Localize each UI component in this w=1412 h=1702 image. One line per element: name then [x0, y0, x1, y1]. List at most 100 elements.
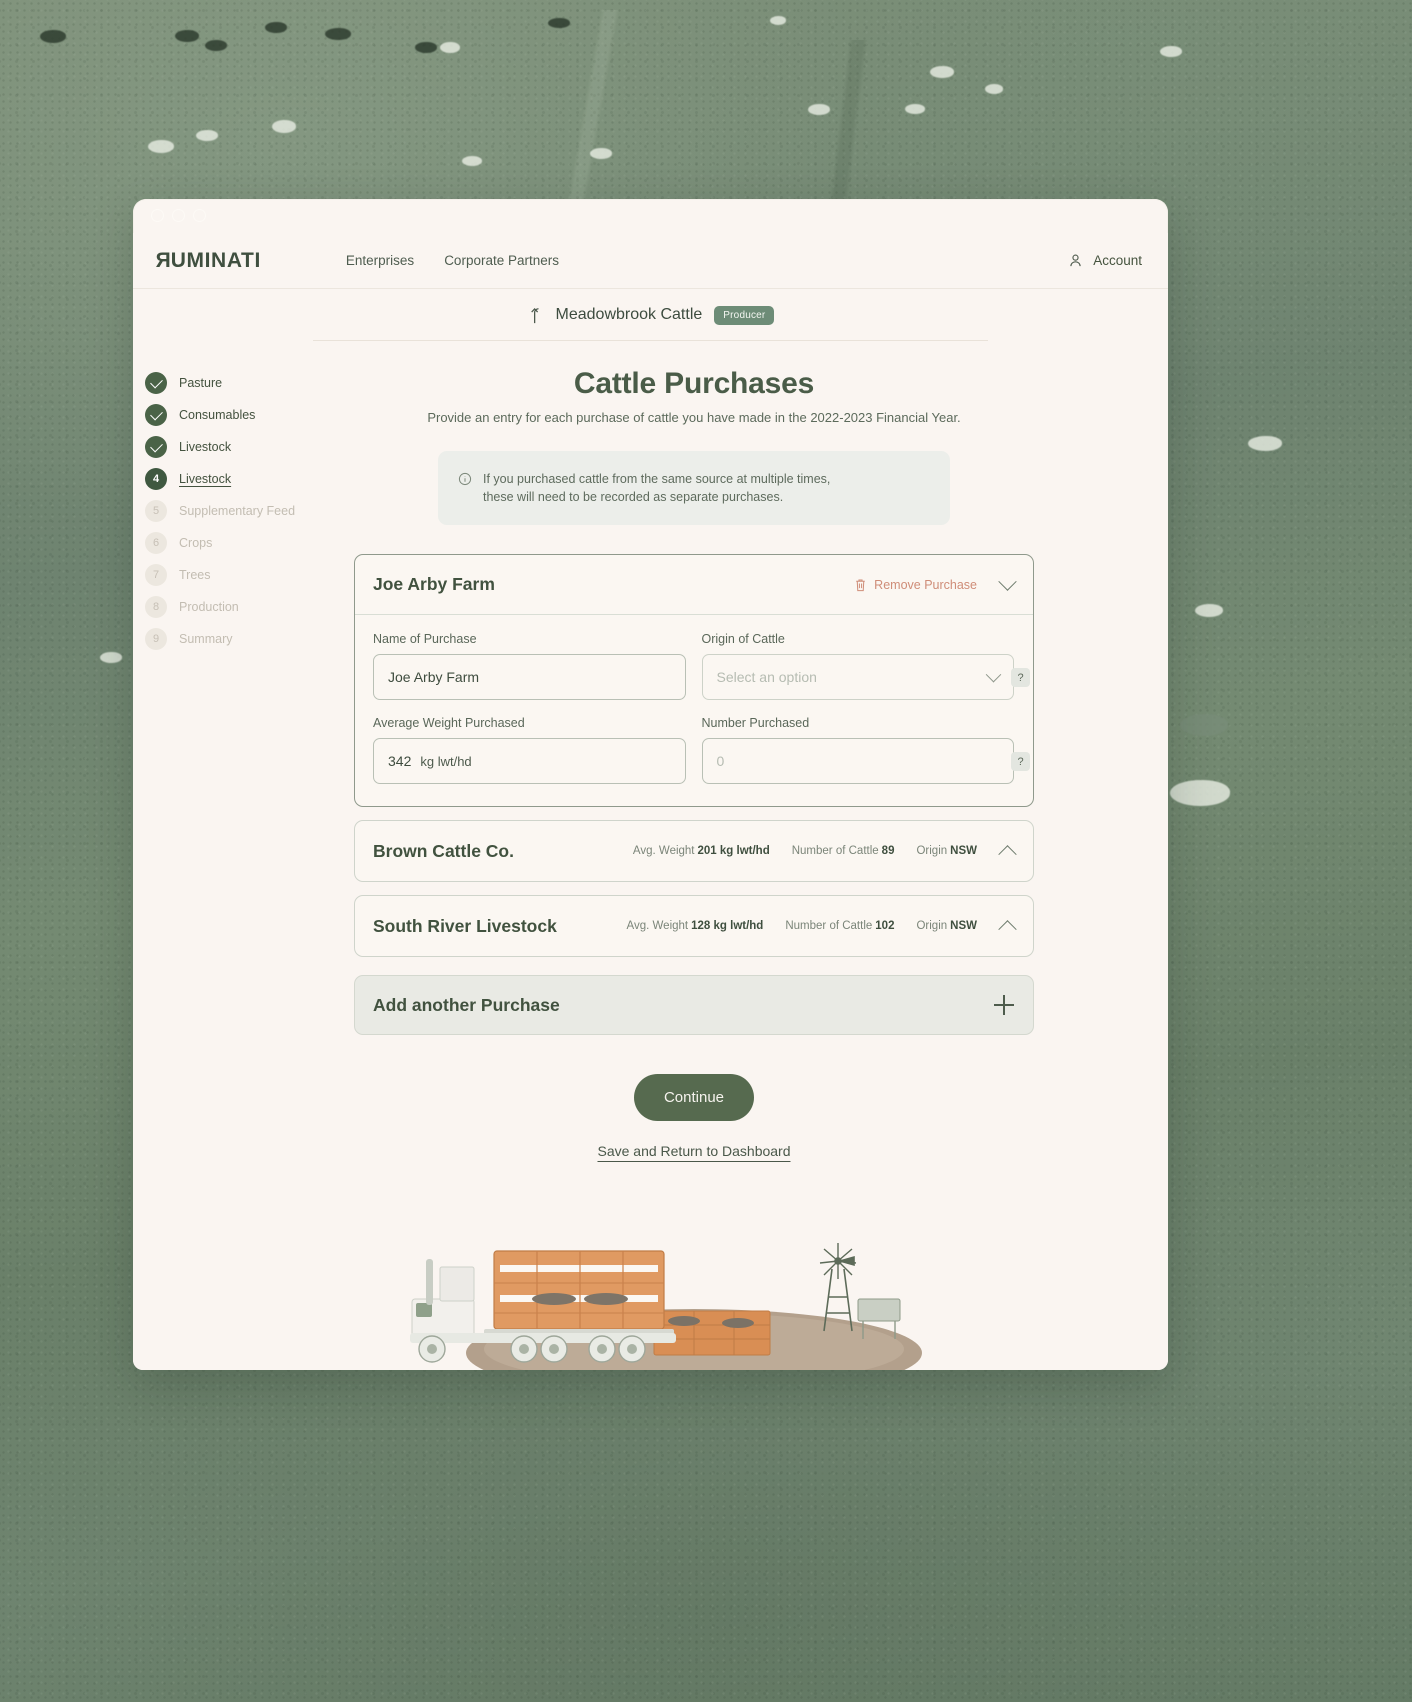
window-controls[interactable]	[151, 209, 206, 222]
grazing-animal	[196, 130, 218, 141]
sidebar-step-summary[interactable]: 9 Summary	[145, 623, 333, 655]
grazing-animal	[1180, 714, 1228, 736]
purchase-card-header[interactable]: Joe Arby Farm Remove Purchase	[355, 555, 1033, 616]
account-menu[interactable]: Account	[1067, 252, 1142, 269]
ruminati-logo[interactable]: RUMINATI	[155, 249, 261, 273]
windmill	[819, 1243, 857, 1332]
step-marker-number: 4	[145, 468, 167, 490]
chevron-up-icon[interactable]	[998, 919, 1017, 939]
sidebar-step-crops[interactable]: 6 Crops	[145, 527, 333, 559]
grazing-animal	[440, 42, 460, 53]
purchase-card-summary: Avg. Weight 201 kg lwt/hd Number of Cattl…	[633, 845, 977, 857]
grazing-animal	[205, 40, 227, 51]
info-notice: If you purchased cattle from the same so…	[438, 451, 950, 526]
average-weight-input[interactable]: 342 kg lwt/hd	[373, 738, 686, 785]
close-window-dot[interactable]	[151, 209, 164, 222]
field-name-of-purchase: Name of Purchase Joe Arby Farm	[373, 632, 686, 701]
summary-avg-weight-value: 128 kg lwt/hd	[691, 920, 764, 933]
purchase-card-collapsed[interactable]: South River Livestock Avg. Weight 128 kg …	[354, 895, 1034, 958]
summary-avg-weight: Avg. Weight 128 kg lwt/hd	[627, 920, 764, 932]
summary-number-of-cattle: Number of Cattle 89	[792, 845, 895, 857]
continue-button[interactable]: Continue	[634, 1074, 754, 1122]
step-marker-done-icon	[145, 372, 167, 394]
grazing-animal	[462, 156, 482, 166]
grazing-animal	[590, 148, 612, 159]
sidebar-step-consumables[interactable]: Consumables	[145, 399, 333, 431]
form-row-2: Average Weight Purchased 342 kg lwt/hd N…	[373, 716, 1030, 785]
summary-origin-value: NSW	[950, 920, 977, 933]
step-marker-number: 9	[145, 628, 167, 650]
sidebar-step-pasture[interactable]: Pasture	[145, 367, 333, 399]
summary-number-label: Number of Cattle	[791, 845, 879, 858]
field-number-purchased: Number Purchased 0 ?	[701, 716, 1030, 785]
save-and-return-link[interactable]: Save and Return to Dashboard	[354, 1143, 1034, 1159]
remove-purchase-button[interactable]: Remove Purchase	[854, 578, 977, 592]
remove-purchase-label: Remove Purchase	[874, 577, 977, 592]
step-marker-done-icon	[145, 404, 167, 426]
grazing-animal	[272, 120, 296, 133]
grazing-animal	[265, 22, 287, 33]
name-of-purchase-input[interactable]: Joe Arby Farm	[373, 654, 686, 701]
step-marker-done-icon	[145, 436, 167, 458]
chevron-up-icon[interactable]	[998, 844, 1017, 864]
number-purchased-help-button[interactable]: ?	[1011, 752, 1030, 772]
purchase-cards: Joe Arby Farm Remove Purchase Name of Pu…	[354, 554, 1034, 1036]
number-purchased-placeholder: 0	[716, 753, 725, 770]
add-another-purchase-label: Add another Purchase	[373, 994, 560, 1015]
producer-badge: Producer	[714, 305, 775, 325]
sidebar-step-label: Livestock	[179, 472, 232, 486]
sidebar-step-livestock-done[interactable]: Livestock	[145, 431, 333, 463]
nav-link-corporate-partners[interactable]: Corporate Partners	[444, 253, 559, 268]
summary-origin-label: Origin	[916, 920, 948, 933]
grazing-animal	[1170, 780, 1230, 806]
sidebar-step-label: Pasture	[179, 376, 223, 390]
purchase-card-title: Joe Arby Farm	[373, 574, 495, 595]
plus-icon	[994, 995, 1014, 1016]
sidebar-step-supplementary-feed[interactable]: 5 Supplementary Feed	[145, 495, 333, 527]
notice-line-1: If you purchased cattle from the same so…	[483, 472, 831, 486]
number-purchased-input[interactable]: 0	[701, 738, 1014, 785]
farm-bar-divider	[313, 340, 988, 341]
chevron-down-icon[interactable]	[998, 572, 1017, 592]
summary-number-of-cattle: Number of Cattle 102	[785, 920, 894, 932]
page-content: Pasture Consumables Livestock 4 Livestoc…	[133, 341, 1168, 1370]
sidebar-step-label: Livestock	[179, 440, 232, 454]
sidebar-step-trees[interactable]: 7 Trees	[145, 559, 333, 591]
origin-help-button[interactable]: ?	[1011, 668, 1030, 688]
grazing-animal	[175, 30, 199, 42]
origin-of-cattle-placeholder: Select an option	[716, 669, 817, 686]
summary-number-value: 102	[875, 920, 895, 933]
origin-of-cattle-select[interactable]: Select an option	[701, 654, 1014, 701]
grazing-animal	[985, 84, 1003, 94]
purchase-card-header[interactable]: South River Livestock Avg. Weight 128 kg …	[355, 896, 1033, 956]
account-label: Account	[1093, 253, 1142, 268]
browser-titlebar	[133, 199, 1168, 233]
notice-text: If you purchased cattle from the same so…	[483, 470, 830, 506]
purchase-card-body: Name of Purchase Joe Arby Farm Origin of…	[355, 615, 1033, 806]
main-column: Cattle Purchases Provide an entry for ea…	[354, 367, 1034, 1370]
sidebar-step-label: Summary	[179, 632, 233, 646]
summary-avg-weight: Avg. Weight 201 kg lwt/hd	[633, 845, 770, 857]
farm-context-bar: Meadowbrook Cattle Producer	[133, 289, 1168, 341]
sidebar-step-livestock-current[interactable]: 4 Livestock	[145, 463, 333, 495]
minimize-window-dot[interactable]	[172, 209, 185, 222]
sidebar-step-label: Supplementary Feed	[179, 504, 296, 518]
add-another-purchase-button[interactable]: Add another Purchase	[354, 975, 1034, 1036]
purchase-card-collapsed[interactable]: Brown Cattle Co. Avg. Weight 201 kg lwt/h…	[354, 820, 1034, 883]
notice-line-2: these will need to be recorded as separa…	[483, 490, 784, 505]
grazing-animal	[100, 652, 122, 663]
step-marker-number: 5	[145, 500, 167, 522]
nav-link-enterprises[interactable]: Enterprises	[346, 253, 414, 268]
livestock-trailer	[484, 1250, 674, 1340]
purchase-card-header[interactable]: Brown Cattle Co. Avg. Weight 201 kg lwt/h…	[355, 821, 1033, 881]
label-average-weight: Average Weight Purchased	[373, 716, 525, 731]
page-viewport: RUMINATI Enterprises Corporate Partners …	[133, 233, 1168, 1370]
sidebar-step-production[interactable]: 8 Production	[145, 591, 333, 623]
maximize-window-dot[interactable]	[193, 209, 206, 222]
summary-avg-weight-value: 201 kg lwt/hd	[697, 845, 770, 858]
logo-r-glyph: R	[155, 248, 171, 272]
page-subtitle: Provide an entry for each purchase of ca…	[427, 410, 961, 425]
grazing-animal	[325, 28, 351, 40]
return-arrow-icon[interactable]	[527, 306, 544, 325]
summary-number-label: Number of Cattle	[785, 920, 873, 933]
